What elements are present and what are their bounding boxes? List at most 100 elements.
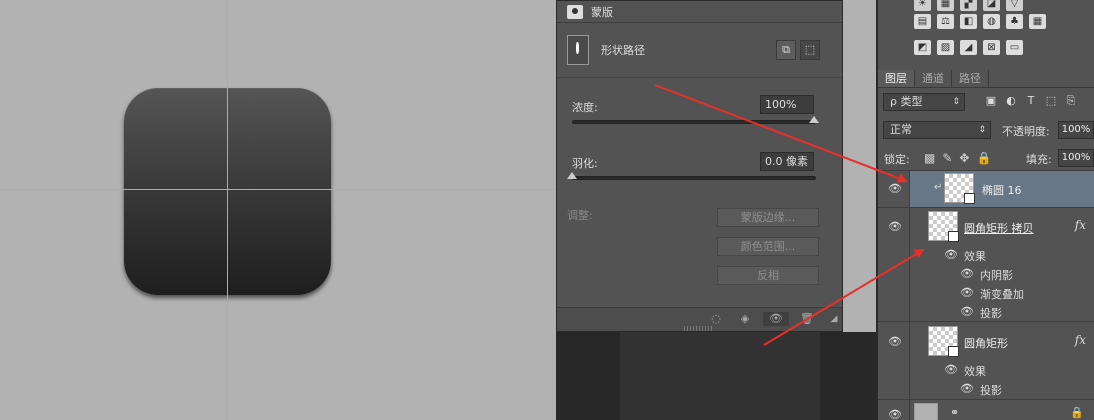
- opacity-field[interactable]: 100%: [1058, 121, 1094, 139]
- posterize-icon[interactable]: ▨: [937, 40, 954, 55]
- filter-adjustment-icon[interactable]: ◐: [1004, 94, 1018, 108]
- color-balance-icon[interactable]: ⚖: [937, 14, 954, 29]
- density-field[interactable]: 100%: [760, 95, 814, 114]
- horizontal-guide[interactable]: [0, 189, 556, 190]
- fill-field[interactable]: 100%: [1058, 149, 1094, 167]
- vector-mask-thumbnail[interactable]: [567, 35, 589, 65]
- lock-transparency-icon[interactable]: ▩: [924, 151, 935, 165]
- vector-mask-badge-icon: [964, 193, 975, 204]
- mask-edge-button[interactable]: 蒙版边缘...: [717, 208, 819, 227]
- lock-pixels-icon[interactable]: ✎: [942, 151, 952, 165]
- lock-position-icon[interactable]: ✥: [959, 151, 969, 165]
- layers-area: ☀ ▦ ▞ ◪ ▽ ▤ ⚖ ◧ ◍ ♣ ▦ ◩ ▨ ◢ ⊠ ▭ 图层 通道 路径…: [878, 0, 1094, 420]
- adjustments-row-2: ◩ ▨ ◢ ⊠ ▭: [914, 40, 1023, 55]
- density-slider[interactable]: [572, 116, 819, 124]
- effects-label: 效果: [964, 365, 986, 378]
- fx-icon[interactable]: fx: [1075, 333, 1086, 347]
- layer-link-icon: ⚭: [950, 406, 960, 419]
- selective-color-icon[interactable]: ⊠: [983, 40, 1000, 55]
- document-canvas[interactable]: [0, 0, 556, 420]
- effect-inner-shadow[interactable]: 内阴影: [980, 267, 1013, 283]
- filter-pixel-icon[interactable]: ▣: [984, 94, 998, 108]
- photo-filter-icon[interactable]: ◍: [983, 14, 1000, 29]
- effects-label: 效果: [964, 250, 986, 263]
- invert-adjust-icon[interactable]: ◩: [914, 40, 931, 55]
- opacity-label: 不透明度:: [1002, 125, 1050, 138]
- effect-drop-shadow[interactable]: 投影: [980, 382, 1002, 398]
- channel-mixer-icon[interactable]: ♣: [1006, 14, 1023, 29]
- density-slider-thumb[interactable]: [809, 116, 819, 123]
- tab-paths[interactable]: 路径: [952, 70, 989, 87]
- shape-path-label: 形状路径: [601, 44, 645, 57]
- tab-layers[interactable]: 图层: [878, 70, 915, 87]
- layer-row-rounded-rect-copy[interactable]: 👁 圆角矩形 拷贝 fx 👁 效果 👁 内阴影 👁 渐变叠加 👁 投影: [878, 207, 1094, 321]
- layer-row-ellipse-16[interactable]: 👁 ↵ 椭圆 16: [878, 170, 1094, 207]
- color-lookup-icon[interactable]: ▦: [1029, 14, 1046, 29]
- vector-mask-badge-icon: [948, 231, 959, 242]
- effect-eye-icon[interactable]: 👁: [960, 267, 974, 280]
- eye-icon[interactable]: 👁: [888, 336, 902, 347]
- layer-thumbnail[interactable]: [914, 403, 938, 420]
- effect-eye-icon[interactable]: 👁: [960, 305, 974, 318]
- load-selection-icon[interactable]: ◌: [709, 312, 723, 326]
- feather-slider[interactable]: [567, 172, 816, 180]
- layer-row-rounded-rect[interactable]: 👁 圆角矩形 fx 👁 效果 👁 投影: [878, 321, 1094, 399]
- lock-label: 锁定:: [884, 153, 910, 166]
- color-range-button[interactable]: 颜色范围...: [717, 237, 819, 256]
- effect-drop-shadow[interactable]: 投影: [980, 305, 1002, 321]
- lock-all-icon[interactable]: 🔒: [976, 151, 991, 165]
- shape-path-row: 形状路径 ⧉ ⬚: [557, 23, 842, 78]
- mask-icon: [567, 4, 583, 19]
- apply-mask-icon[interactable]: ◈: [738, 312, 752, 326]
- levels-icon[interactable]: ▦: [937, 0, 954, 11]
- curves-icon[interactable]: ▞: [960, 0, 977, 11]
- gradient-map-icon[interactable]: ▭: [1006, 40, 1023, 55]
- resize-grip-icon[interactable]: ◢: [827, 312, 841, 326]
- effect-gradient-overlay[interactable]: 渐变叠加: [980, 286, 1024, 302]
- invert-button[interactable]: 反相: [717, 266, 819, 285]
- properties-panel: 蒙版 形状路径 ⧉ ⬚ 浓度: 100% 羽化: 0.0 像素 调整: 蒙版边缘…: [556, 0, 843, 332]
- layer-row-background[interactable]: 👁 ⚭ 🔒: [878, 399, 1094, 420]
- add-pixel-mask-icon[interactable]: ⧉: [776, 40, 796, 60]
- effect-eye-icon[interactable]: 👁: [960, 286, 974, 299]
- exposure-icon[interactable]: ◪: [983, 0, 1000, 11]
- tab-channels[interactable]: 通道: [915, 70, 952, 87]
- effects-eye-icon[interactable]: 👁: [944, 248, 958, 261]
- visibility-eye-icon[interactable]: 👁: [763, 312, 789, 326]
- vertical-guide[interactable]: [227, 0, 228, 420]
- hue-saturation-icon[interactable]: ▤: [914, 14, 931, 29]
- delete-mask-icon[interactable]: 🗑: [800, 312, 814, 326]
- density-label: 浓度:: [572, 101, 598, 114]
- adjustments-row-0: ☀ ▦ ▞ ◪ ▽: [914, 0, 1023, 11]
- fx-icon[interactable]: fx: [1075, 218, 1086, 232]
- eye-icon[interactable]: 👁: [888, 221, 902, 232]
- layer-name[interactable]: 椭圆 16: [982, 182, 1022, 198]
- black-white-icon[interactable]: ◧: [960, 14, 977, 29]
- filter-kind-select[interactable]: ρ 类型 ⇕: [883, 93, 965, 111]
- fill-label: 填充:: [1026, 153, 1052, 166]
- layer-name[interactable]: 圆角矩形 拷贝: [964, 220, 1034, 236]
- chevron-updown-icon: ⇕: [952, 97, 960, 107]
- layer-thumbnail[interactable]: [928, 211, 959, 242]
- layer-name[interactable]: 圆角矩形: [964, 335, 1008, 351]
- feather-field[interactable]: 0.0 像素: [760, 152, 814, 171]
- filter-type-icon[interactable]: T: [1024, 94, 1038, 108]
- layer-thumbnail[interactable]: [928, 326, 959, 357]
- filter-shape-icon[interactable]: ⬚: [1044, 94, 1058, 108]
- eye-icon[interactable]: 👁: [888, 409, 902, 420]
- filter-kind-value: ρ 类型: [890, 95, 923, 108]
- effects-eye-icon[interactable]: 👁: [944, 363, 958, 376]
- vibrance-icon[interactable]: ▽: [1006, 0, 1023, 11]
- eye-icon[interactable]: 👁: [888, 183, 902, 194]
- feather-slider-thumb[interactable]: [567, 172, 577, 179]
- layer-thumbnail[interactable]: [944, 173, 975, 204]
- filter-smart-object-icon[interactable]: ⎘: [1064, 94, 1078, 108]
- threshold-icon[interactable]: ◢: [960, 40, 977, 55]
- chevron-updown-icon: ⇕: [978, 125, 986, 135]
- vector-mask-icon[interactable]: ⬚: [800, 40, 820, 60]
- effect-eye-icon[interactable]: 👁: [960, 382, 974, 395]
- brightness-icon[interactable]: ☀: [914, 0, 931, 11]
- panel-grip[interactable]: [684, 326, 714, 331]
- properties-header: 蒙版: [557, 1, 842, 23]
- blend-mode-select[interactable]: 正常 ⇕: [883, 121, 991, 139]
